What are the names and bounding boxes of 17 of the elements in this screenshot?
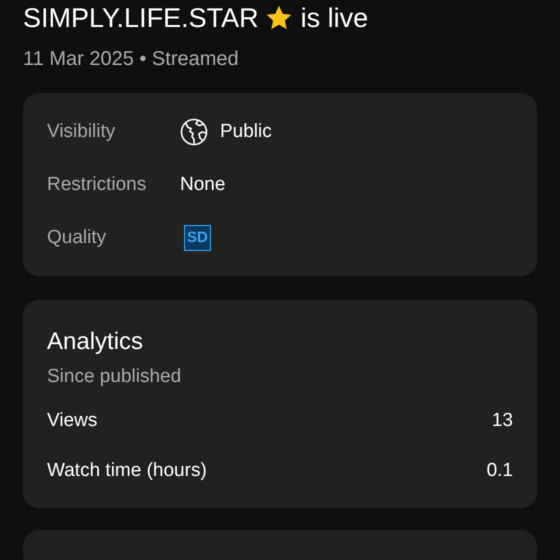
detail-label: Visibility [47,120,116,142]
globe-icon [180,118,208,146]
video-title: is live [300,2,368,34]
detail-value: Public [220,120,272,142]
quality-badge: SD [184,224,211,250]
section-title: Analytics [47,328,144,356]
metric-value: 13 [492,410,513,432]
metric-label: Watch time (hours) [47,460,207,482]
metric-value: 0.1 [486,460,513,482]
video-meta: 11 Mar 2025 • Streamed [23,48,240,71]
video-title: SIMPLY.LIFE.STAR [23,2,259,34]
star-icon [264,4,293,32]
detail-label: Quality [47,226,108,248]
detail-value: None [180,174,226,196]
metric-label: Views [47,410,98,432]
section-subtitle: Since published [47,366,182,388]
detail-label: Restrictions [47,174,148,196]
